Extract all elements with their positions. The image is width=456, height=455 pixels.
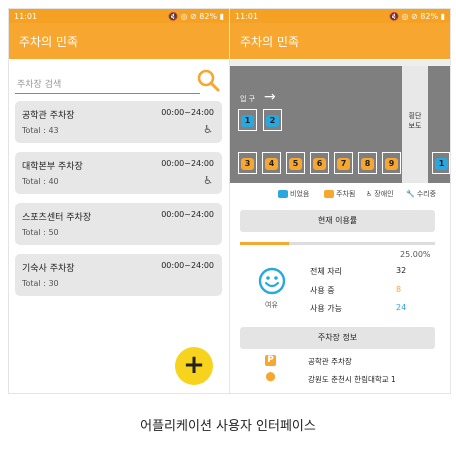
legend-repair-label: 수리중 <box>416 190 437 198</box>
status-bar: 11:01 🔇 ◎ ⊘ 82% ▮ <box>230 9 450 23</box>
parking-list-screen: 11:01 🔇 ◎ ⊘ 82% ▮ 주차의 민족 주차장 검색 공학관 주차장 … <box>8 8 230 394</box>
car-icon <box>324 190 334 198</box>
lot-info-address: 강원도 춘천시 한림대학교 1 <box>308 375 396 384</box>
parking-lot-card[interactable]: 대학본부 주차장 00:00~24:00 Total : 40 ♿ <box>15 152 222 194</box>
crosswalk-label: 횡단 보도 <box>408 112 422 130</box>
entry-arrow-icon: → <box>264 89 276 105</box>
figure-caption: 어플리케이션 사용자 인터페이스 <box>140 419 316 434</box>
parking-slot[interactable]: 2 <box>263 109 282 131</box>
slot-number: 1 <box>438 159 445 168</box>
usage-progress-fill <box>240 242 289 245</box>
legend-empty: 비었음 <box>278 189 309 199</box>
parking-slot[interactable]: 1 <box>432 152 450 174</box>
lot-hours: 00:00~24:00 <box>161 210 214 219</box>
parking-icon: P <box>265 355 276 366</box>
lot-name: 대학본부 주차장 <box>22 162 83 172</box>
parking-slot[interactable]: 7 <box>334 152 353 174</box>
legend-repair: 🔧 수리중 <box>406 189 436 199</box>
slot-number: 8 <box>364 159 371 168</box>
crosswalk: 횡단 보도 <box>402 66 428 183</box>
slot-number: 7 <box>340 159 347 168</box>
legend-parked: 주차됨 <box>324 189 355 199</box>
parking-lot-card[interactable]: 기숙사 주차장 00:00~24:00 Total : 30 <box>15 254 222 296</box>
slot-number: 5 <box>292 159 299 168</box>
status-time: 11:01 <box>14 11 38 21</box>
slot-number: 3 <box>244 159 251 168</box>
lot-total: Total : 43 <box>22 126 59 135</box>
search-icon[interactable] <box>195 67 221 93</box>
stat-label: 사용 중 <box>310 286 335 295</box>
app-title: 주차의 민족 <box>240 34 300 49</box>
parking-lot-card[interactable]: 공학관 주차장 00:00~24:00 Total : 43 ♿ <box>15 101 222 143</box>
search-input[interactable]: 주차장 검색 <box>15 71 200 94</box>
car-icon <box>278 190 288 198</box>
legend-disabled: ♿ 장애인 <box>366 189 394 199</box>
slot-number: 2 <box>269 116 276 125</box>
smile-icon <box>258 267 286 295</box>
lot-hours: 00:00~24:00 <box>161 108 214 117</box>
parking-detail-screen: 11:01 🔇 ◎ ⊘ 82% ▮ 주차의 민족 횡단 보도 입 구 → 1 2… <box>229 8 451 394</box>
usage-percent: 25.00% <box>400 250 431 259</box>
stat-value: 32 <box>396 266 407 275</box>
lot-hours: 00:00~24:00 <box>161 159 214 168</box>
lot-hours: 00:00~24:00 <box>161 261 214 270</box>
lot-total: Total : 50 <box>22 228 59 237</box>
status-icons: 🔇 ◎ ⊘ 82% ▮ <box>389 11 445 21</box>
mood-label: 여유 <box>265 301 278 309</box>
lot-name: 스포츠센터 주차장 <box>22 213 92 223</box>
search-placeholder: 주차장 검색 <box>17 80 62 90</box>
slot-number: 9 <box>388 159 395 168</box>
slot-number: 1 <box>244 116 251 125</box>
app-bar: 주차의 민족 <box>230 23 450 59</box>
wheelchair-icon: ♿ <box>203 174 213 187</box>
slot-number: 4 <box>268 159 275 168</box>
status-time: 11:01 <box>235 11 259 21</box>
status-bar: 11:01 🔇 ◎ ⊘ 82% ▮ <box>9 9 229 23</box>
usage-progress-bar <box>240 242 435 245</box>
location-pin-icon: ⬤ <box>265 372 276 382</box>
parking-slot[interactable]: 9 <box>382 152 401 174</box>
wheelchair-icon: ♿ <box>366 190 373 198</box>
app-title: 주차의 민족 <box>19 34 79 49</box>
stat-label: 전체 자리 <box>310 267 342 276</box>
lot-name: 공학관 주차장 <box>22 111 75 121</box>
status-icons: 🔇 ◎ ⊘ 82% ▮ <box>168 11 224 21</box>
lot-info-button[interactable]: 주차장 정보 <box>240 327 435 349</box>
legend-parked-label: 주차됨 <box>336 190 356 198</box>
wheelchair-icon: ♿ <box>203 123 213 136</box>
stat-label: 사용 가능 <box>310 304 342 313</box>
parking-slot[interactable]: 8 <box>358 152 377 174</box>
stat-value: 8 <box>396 285 402 294</box>
wrench-icon: 🔧 <box>406 190 415 198</box>
lot-total: Total : 40 <box>22 177 59 186</box>
parking-slot[interactable]: 6 <box>310 152 329 174</box>
legend-disabled-label: 장애인 <box>374 190 394 198</box>
entry-label: 입 구 <box>240 95 256 103</box>
lot-name: 기숙사 주차장 <box>22 264 75 274</box>
slot-number: 6 <box>316 159 323 168</box>
parking-lot-card[interactable]: 스포츠센터 주차장 00:00~24:00 Total : 50 <box>15 203 222 245</box>
parking-slot[interactable]: 1 <box>238 109 257 131</box>
legend-empty-label: 비었음 <box>290 190 310 198</box>
lot-info-name: 공학관 주차장 <box>308 357 352 366</box>
parking-slot[interactable]: 5 <box>286 152 305 174</box>
parking-slot[interactable]: 3 <box>238 152 257 174</box>
lot-total: Total : 30 <box>22 279 59 288</box>
stat-value: 24 <box>396 303 407 312</box>
add-lot-button[interactable]: + <box>175 347 213 385</box>
current-usage-button[interactable]: 현재 이용률 <box>240 210 435 232</box>
app-bar: 주차의 민족 <box>9 23 229 59</box>
parking-slot[interactable]: 4 <box>262 152 281 174</box>
